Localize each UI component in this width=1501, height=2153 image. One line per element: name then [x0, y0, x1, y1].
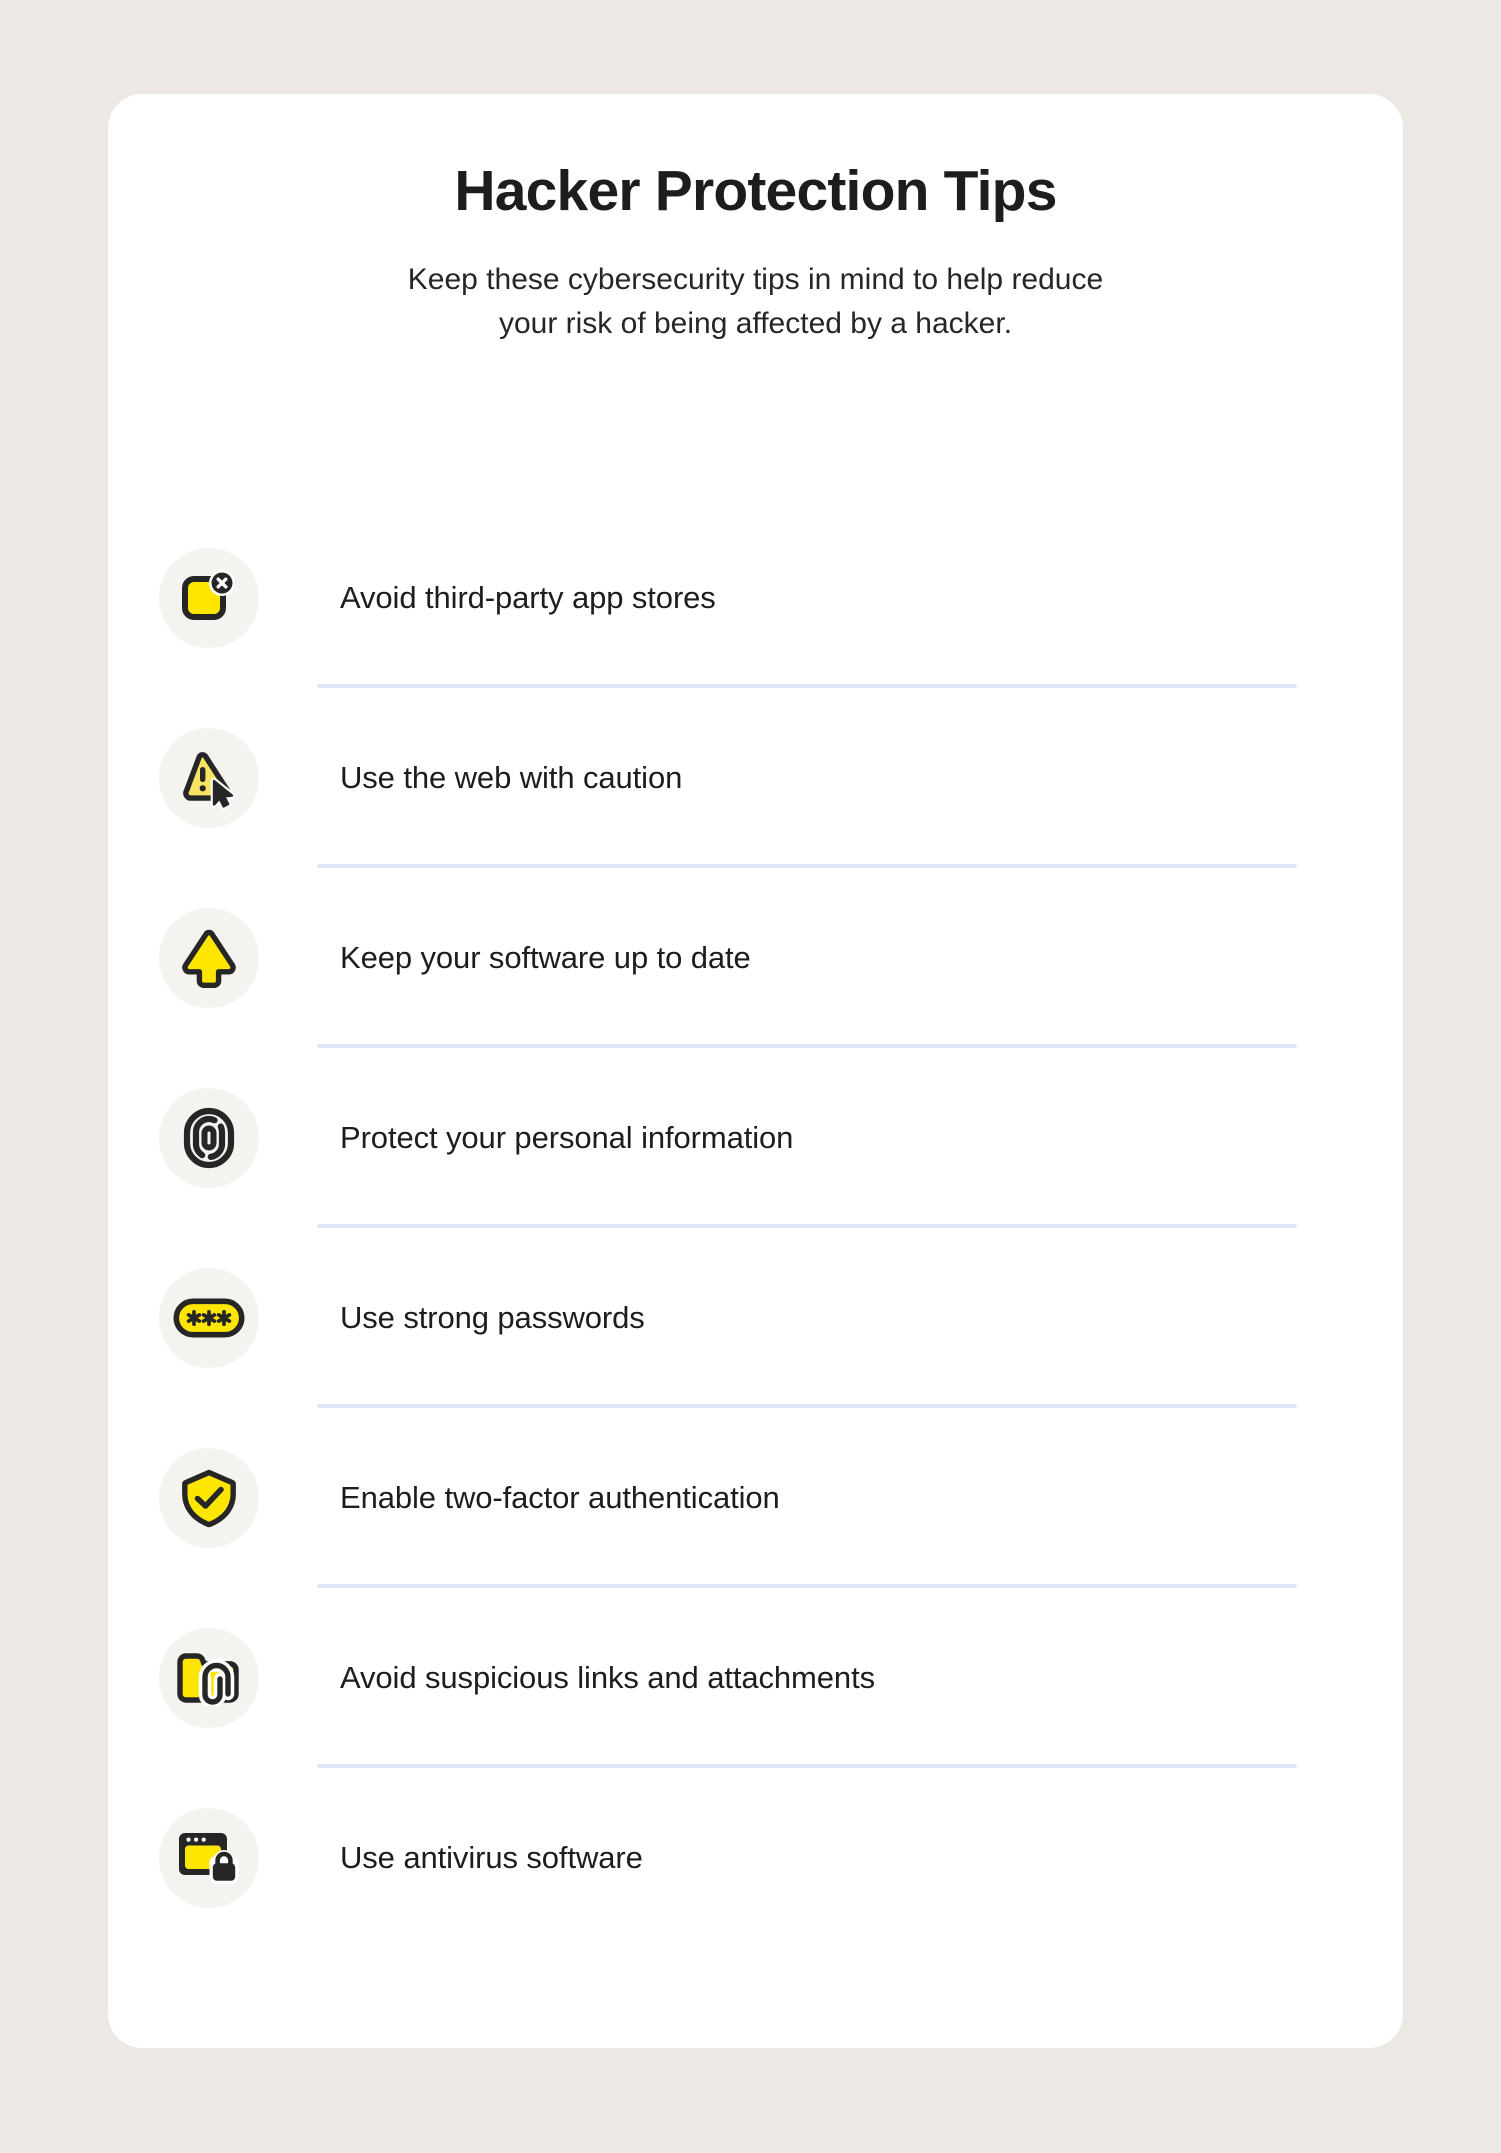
- list-item-label: Protect your personal information: [340, 1120, 794, 1155]
- tips-list: Avoid third-party app stores Use the web…: [108, 508, 1403, 1948]
- password-asterisks-icon: [159, 1268, 259, 1368]
- list-item[interactable]: Protect your personal information: [108, 1048, 1403, 1228]
- app-window-blocked-icon: [159, 548, 259, 648]
- fingerprint-icon: [159, 1088, 259, 1188]
- list-item[interactable]: Avoid suspicious links and attachments: [108, 1588, 1403, 1768]
- list-item[interactable]: Use antivirus software: [108, 1768, 1403, 1948]
- page-title: Hacker Protection Tips: [454, 159, 1057, 223]
- list-item[interactable]: Use the web with caution: [108, 688, 1403, 868]
- warning-cursor-icon: [159, 728, 259, 828]
- list-item-label: Use antivirus software: [340, 1840, 643, 1875]
- list-item-label: Avoid suspicious links and attachments: [340, 1660, 875, 1695]
- list-item[interactable]: Keep your software up to date: [108, 868, 1403, 1048]
- up-arrow-icon: [159, 908, 259, 1008]
- list-item-label: Enable two-factor authentication: [340, 1480, 780, 1515]
- list-item-label: Use strong passwords: [340, 1300, 645, 1335]
- list-item[interactable]: Use strong passwords: [108, 1228, 1403, 1408]
- list-item[interactable]: Enable two-factor authentication: [108, 1408, 1403, 1588]
- folder-paperclip-icon: [159, 1628, 259, 1728]
- card-header: Hacker Protection Tips Keep these cybers…: [108, 94, 1403, 345]
- tips-card: Hacker Protection Tips Keep these cybers…: [108, 94, 1403, 2048]
- shield-check-icon: [159, 1448, 259, 1548]
- list-item-label: Use the web with caution: [340, 760, 683, 795]
- list-item[interactable]: Avoid third-party app stores: [108, 508, 1403, 688]
- list-item-label: Keep your software up to date: [340, 940, 751, 975]
- browser-lock-icon: [159, 1808, 259, 1908]
- page-subtitle: Keep these cybersecurity tips in mind to…: [407, 262, 1104, 340]
- list-item-label: Avoid third-party app stores: [340, 580, 716, 615]
